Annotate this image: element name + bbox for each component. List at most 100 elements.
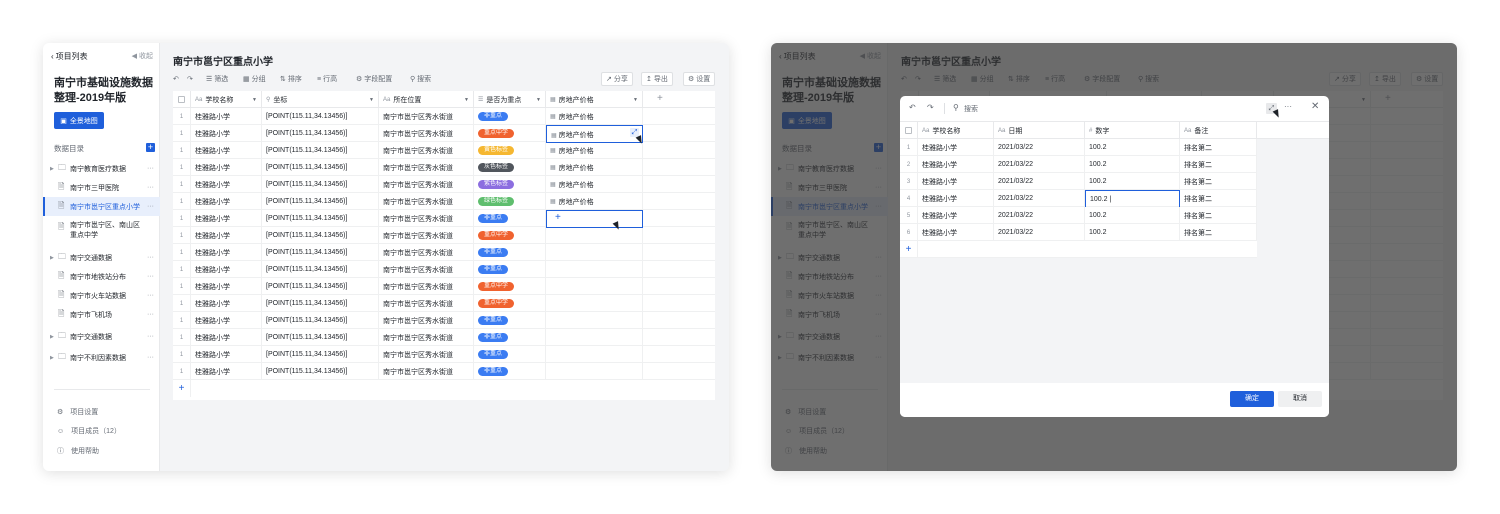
price-cell[interactable] [546,261,643,278]
school-name-cell[interactable]: 桂雅路小学 [191,227,262,244]
table-row[interactable]: 1 桂雅路小学 [POINT(115.11,34.13456)] 南宁市邕宁区秀… [173,295,715,312]
school-name-cell[interactable]: 桂雅路小学 [918,224,994,241]
table-row[interactable]: 1 桂雅路小学 [POINT(115.11,34.13456)] 南宁市邕宁区秀… [173,261,715,278]
key-status-cell[interactable]: 重点中学 [474,125,546,142]
key-status-cell[interactable]: 重点中学 [474,295,546,312]
confirm-button[interactable]: 确定 [1230,391,1274,407]
table-row[interactable]: 1 桂雅路小学 [POINT(115.11,34.13456)] 南宁市邕宁区秀… [173,363,715,380]
table-row[interactable]: 2 桂雅路小学 2021/03/22 100.2 排名第二 [900,156,1257,173]
price-cell[interactable] [546,227,643,244]
more-icon[interactable]: ··· [147,273,154,280]
school-name-cell[interactable]: 桂雅路小学 [191,159,262,176]
price-cell[interactable]: ▦房地产价格 [546,108,643,125]
note-cell[interactable]: 排名第二 [1180,224,1257,241]
number-cell[interactable]: 100.2 [1085,173,1180,190]
school-name-cell[interactable]: 桂雅路小学 [918,156,994,173]
new-cell-input[interactable]: + [546,210,643,228]
cancel-button[interactable]: 取消 [1278,391,1322,407]
column-header[interactable]: ☰ 是否为重点 ▼ [474,91,546,108]
key-status-cell[interactable]: 重点中学 [474,227,546,244]
coordinate-cell[interactable]: [POINT(115.11,34.13456)] [262,312,379,329]
table-row[interactable]: 1 桂雅路小学 [POINT(115.11,34.13456)] 南宁市邕宁区秀… [173,346,715,363]
more-icon[interactable]: ··· [147,333,154,340]
coordinate-cell[interactable]: [POINT(115.11,34.13456)] [262,244,379,261]
expand-arrow-icon[interactable]: ▶ [50,255,54,261]
key-status-cell[interactable]: 非重点 [474,244,546,261]
location-cell[interactable]: 南宁市邕宁区秀水街道 [379,244,474,261]
coordinate-cell[interactable]: [POINT(115.11,34.13456)] [262,278,379,295]
date-cell[interactable]: 2021/03/22 [994,139,1085,156]
location-cell[interactable]: 南宁市邕宁区秀水街道 [379,193,474,210]
add-directory-button[interactable]: + [146,143,155,152]
chevron-down-icon[interactable]: ▼ [536,97,541,103]
column-header[interactable]: Aa 学校名称 [918,122,994,139]
school-name-cell[interactable]: 桂雅路小学 [191,193,262,210]
sidebar-footer-item[interactable]: ☺ 项目成员（12） [57,426,121,436]
location-cell[interactable]: 南宁市邕宁区秀水街道 [379,278,474,295]
collapse-button[interactable]: ◀ 收起 [132,51,153,61]
panorama-map-button[interactable]: ▣全景地图 [54,112,104,129]
coordinate-cell[interactable]: [POINT(115.11,34.13456)] [262,261,379,278]
table-row[interactable]: 1 桂雅路小学 [POINT(115.11,34.13456)] 南宁市邕宁区秀… [173,278,715,295]
school-name-cell[interactable]: 桂雅路小学 [918,207,994,224]
price-cell[interactable] [546,278,643,295]
table-row[interactable]: 1 桂雅路小学 [POINT(115.11,34.13456)] 南宁市邕宁区秀… [173,193,715,210]
more-icon[interactable]: ··· [147,165,154,172]
school-name-cell[interactable]: 桂雅路小学 [191,108,262,125]
undo-icon[interactable]: ↶ [909,103,916,112]
column-header[interactable]: Aa 日期 [994,122,1085,139]
selected-cell[interactable]: ▦ 房地产价格 ⤢ [546,125,643,143]
table-row[interactable]: 4 桂雅路小学 2021/03/22 100.2 | 排名第二 [900,190,1257,208]
toolbar-sort[interactable]: ⇅ 排序 [280,72,302,86]
toolbar-search[interactable]: ⚲ 搜索 [410,72,431,86]
chevron-down-icon[interactable]: ▼ [369,97,374,103]
column-header[interactable]: ▦ 房地产价格 ▼ [546,91,643,108]
sidebar-footer-item[interactable]: ⓘ 使用帮助 [57,446,99,456]
settings-button[interactable]: ⚙设置 [683,72,716,86]
key-status-cell[interactable]: 绿色标签 [474,193,546,210]
school-name-cell[interactable]: 桂雅路小学 [191,329,262,346]
add-row[interactable]: + [173,380,715,397]
share-button[interactable]: ↗分享 [601,72,633,86]
checkbox[interactable] [178,96,185,103]
coordinate-cell[interactable]: [POINT(115.11,34.13456)] [262,193,379,210]
number-cell[interactable]: 100.2 [1085,156,1180,173]
price-cell[interactable]: ▦房地产价格 [546,193,643,210]
more-icon[interactable]: ··· [147,292,154,299]
sidebar-footer-item[interactable]: ⚙ 项目设置 [57,407,98,417]
price-cell[interactable] [546,329,643,346]
table-row[interactable]: 5 桂雅路小学 2021/03/22 100.2 排名第二 [900,207,1257,224]
sidebar-tree-item[interactable]: ▶ 🗀 南宁不利因素数据 ··· [43,348,160,367]
toolbar-field-config[interactable]: ⚙ 字段配置 [356,72,392,86]
location-cell[interactable]: 南宁市邕宁区秀水街道 [379,312,474,329]
more-icon[interactable]: ··· [147,311,154,318]
price-cell[interactable] [546,363,643,380]
price-cell[interactable] [546,295,643,312]
close-icon[interactable]: ✕ [1311,101,1319,112]
back-to-projects[interactable]: ‹项目列表 [51,51,88,62]
number-cell[interactable]: 100.2 | [1085,190,1180,208]
note-cell[interactable]: 排名第二 [1180,173,1257,190]
key-status-cell[interactable]: 非重点 [474,329,546,346]
school-name-cell[interactable]: 桂雅路小学 [191,346,262,363]
location-cell[interactable]: 南宁市邕宁区秀水街道 [379,159,474,176]
select-all-checkbox-cell[interactable] [900,122,918,139]
note-cell[interactable]: 排名第二 [1180,190,1257,207]
school-name-cell[interactable]: 桂雅路小学 [191,261,262,278]
coordinate-cell[interactable]: [POINT(115.11,34.13456)] [262,108,379,125]
table-row[interactable]: 1 桂雅路小学 [POINT(115.11,34.13456)] 南宁市邕宁区秀… [173,227,715,244]
date-cell[interactable]: 2021/03/22 [994,173,1085,190]
table-row[interactable]: 1 桂雅路小学 [POINT(115.11,34.13456)] 南宁市邕宁区秀… [173,244,715,261]
select-all-checkbox-cell[interactable] [173,91,191,108]
table-row[interactable]: 1 桂雅路小学 [POINT(115.11,34.13456)] 南宁市邕宁区秀… [173,142,715,159]
sidebar-tree-item[interactable]: ▶ 🗀 南宁教育医疗数据 ··· [43,159,160,178]
location-cell[interactable]: 南宁市邕宁区秀水街道 [379,176,474,193]
coordinate-cell[interactable]: [POINT(115.11,34.13456)] [262,210,379,227]
chevron-down-icon[interactable]: ▼ [464,97,469,103]
location-cell[interactable]: 南宁市邕宁区秀水街道 [379,346,474,363]
export-button[interactable]: ↥导出 [641,72,673,86]
school-name-cell[interactable]: 桂雅路小学 [191,176,262,193]
note-cell[interactable]: 排名第二 [1180,156,1257,173]
sidebar-tree-item[interactable]: ▶ 🗀 南宁交通数据 ··· [43,248,160,267]
school-name-cell[interactable]: 桂雅路小学 [191,210,262,227]
